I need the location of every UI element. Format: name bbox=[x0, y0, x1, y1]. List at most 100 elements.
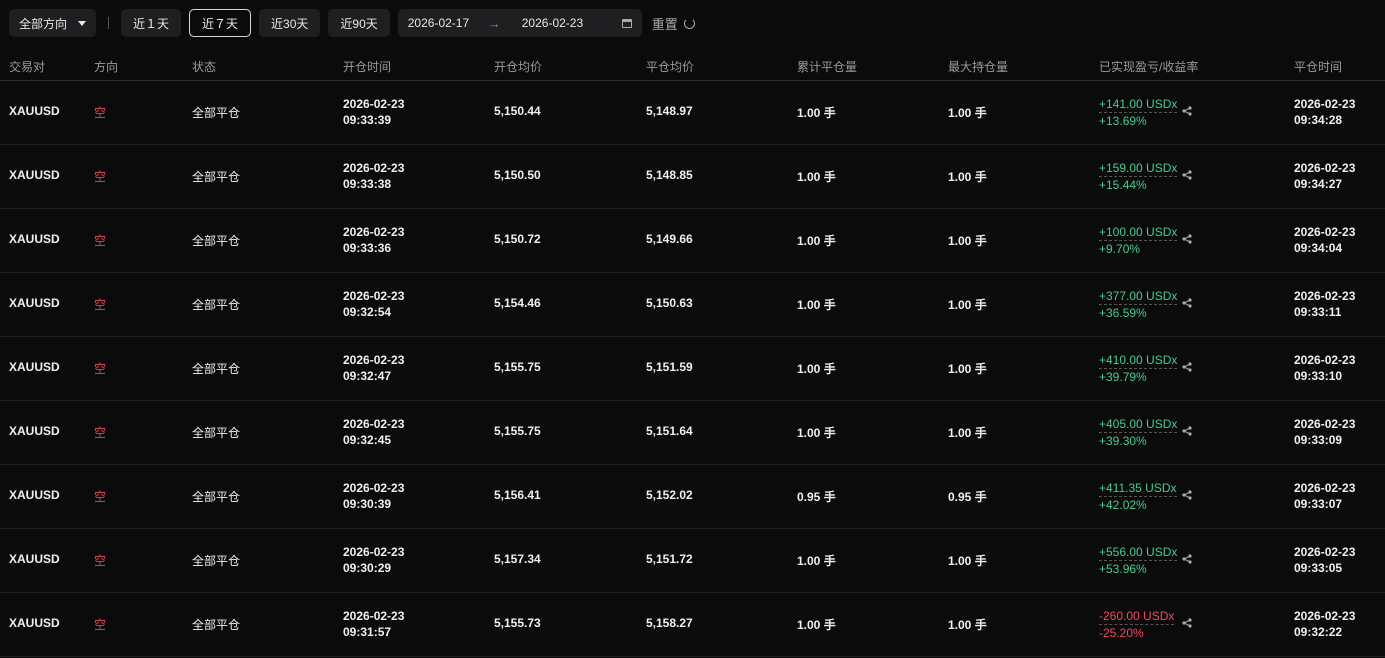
pnl-cell: +141.00 USDx +13.69% bbox=[1099, 96, 1178, 129]
date-to[interactable]: 2026-02-23 bbox=[522, 16, 602, 30]
table-row[interactable]: XAUUSD 空 全部平仓 2026-02-23 09:32:47 5,155.… bbox=[0, 337, 1385, 401]
col-close-price: 平仓均价 bbox=[646, 60, 695, 74]
side-cell: 空 bbox=[94, 618, 107, 632]
closed-qty-cell: 0.95 手 bbox=[797, 490, 836, 504]
share-icon[interactable] bbox=[1182, 362, 1192, 372]
direction-select-label: 全部方向 bbox=[19, 16, 68, 31]
close-price-cell: 5,149.66 bbox=[646, 232, 693, 246]
open-clock: 09:33:38 bbox=[343, 177, 392, 191]
pair-cell: XAUUSD bbox=[9, 488, 60, 502]
range-7d-button[interactable]: 近７天 bbox=[189, 9, 252, 37]
status-cell: 全部平仓 bbox=[192, 554, 241, 568]
date-from[interactable]: 2026-02-17 bbox=[408, 16, 488, 30]
pnl-roi: +15.44% bbox=[1099, 178, 1147, 192]
reset-label: 重置 bbox=[651, 16, 678, 32]
closed-qty-cell: 1.00 手 bbox=[797, 106, 836, 120]
close-date: 2026-02-23 bbox=[1294, 545, 1356, 559]
close-price-cell: 5,158.27 bbox=[646, 616, 693, 630]
closed-qty-cell: 1.00 手 bbox=[797, 618, 836, 632]
status-cell: 全部平仓 bbox=[192, 426, 241, 440]
close-clock: 09:33:09 bbox=[1294, 433, 1343, 447]
pair-cell: XAUUSD bbox=[9, 552, 60, 566]
close-time-cell: 2026-02-23 09:34:28 bbox=[1294, 96, 1355, 128]
pnl-amount[interactable]: +100.00 USDx bbox=[1099, 224, 1178, 241]
reset-button[interactable]: 重置 bbox=[652, 14, 695, 33]
side-cell: 空 bbox=[94, 490, 107, 504]
pair-cell: XAUUSD bbox=[9, 616, 60, 630]
open-date: 2026-02-23 bbox=[343, 225, 405, 239]
pnl-amount[interactable]: +410.00 USDx bbox=[1099, 352, 1178, 369]
share-icon[interactable] bbox=[1182, 106, 1192, 116]
arrow-right-icon: → bbox=[487, 15, 501, 31]
table-row[interactable]: XAUUSD 空 全部平仓 2026-02-23 09:30:39 5,156.… bbox=[0, 465, 1385, 529]
share-icon[interactable] bbox=[1182, 554, 1192, 564]
calendar-icon[interactable] bbox=[621, 18, 632, 28]
close-date: 2026-02-23 bbox=[1294, 225, 1356, 239]
pnl-amount[interactable]: +377.00 USDx bbox=[1099, 288, 1178, 305]
open-price-cell: 5,150.44 bbox=[494, 104, 541, 118]
share-icon[interactable] bbox=[1182, 234, 1192, 244]
share-icon[interactable] bbox=[1182, 618, 1192, 628]
close-date: 2026-02-23 bbox=[1294, 161, 1356, 175]
table-row[interactable]: XAUUSD 空 全部平仓 2026-02-23 09:32:45 5,155.… bbox=[0, 401, 1385, 465]
close-price-cell: 5,148.85 bbox=[646, 168, 693, 182]
pnl-amount[interactable]: +556.00 USDx bbox=[1099, 544, 1178, 561]
closed-qty-cell: 1.00 手 bbox=[797, 426, 836, 440]
direction-select[interactable]: 全部方向 bbox=[9, 9, 96, 37]
close-clock: 09:33:10 bbox=[1294, 369, 1343, 383]
max-qty-cell: 1.00 手 bbox=[948, 298, 987, 312]
share-icon[interactable] bbox=[1182, 490, 1192, 500]
pnl-amount[interactable]: +411.35 USDx bbox=[1099, 480, 1177, 497]
pnl-roi: -25.20% bbox=[1099, 626, 1144, 640]
date-range-picker[interactable]: 2026-02-17 → 2026-02-23 bbox=[397, 9, 642, 37]
table-row[interactable]: XAUUSD 空 全部平仓 2026-02-23 09:32:54 5,154.… bbox=[0, 273, 1385, 337]
pnl-amount[interactable]: +405.00 USDx bbox=[1099, 416, 1178, 433]
col-open-time: 开仓时间 bbox=[343, 60, 392, 74]
close-time-cell: 2026-02-23 09:32:22 bbox=[1294, 608, 1355, 640]
pnl-roi: +53.96% bbox=[1099, 562, 1147, 576]
status-cell: 全部平仓 bbox=[192, 618, 241, 632]
pnl-cell: -260.00 USDx -25.20% bbox=[1099, 608, 1175, 641]
closed-qty-cell: 1.00 手 bbox=[797, 170, 836, 184]
close-time-cell: 2026-02-23 09:33:05 bbox=[1294, 544, 1355, 576]
pnl-roi: +9.70% bbox=[1099, 242, 1141, 256]
pnl-amount[interactable]: +159.00 USDx bbox=[1099, 160, 1178, 177]
pnl-cell: +556.00 USDx +53.96% bbox=[1099, 544, 1178, 577]
pair-cell: XAUUSD bbox=[9, 104, 60, 118]
open-price-cell: 5,154.46 bbox=[494, 296, 541, 310]
pnl-roi: +36.59% bbox=[1099, 306, 1147, 320]
range-1d-button[interactable]: 近１天 bbox=[121, 9, 182, 37]
range-90d-button[interactable]: 近90天 bbox=[328, 9, 390, 37]
share-icon[interactable] bbox=[1182, 426, 1192, 436]
close-clock: 09:32:22 bbox=[1294, 625, 1343, 639]
table-row[interactable]: XAUUSD 空 全部平仓 2026-02-23 09:33:38 5,150.… bbox=[0, 145, 1385, 209]
col-pnl: 已实现盈亏/收益率 bbox=[1099, 60, 1199, 74]
table-row[interactable]: XAUUSD 空 全部平仓 2026-02-23 09:31:57 5,155.… bbox=[0, 593, 1385, 657]
close-clock: 09:33:05 bbox=[1294, 561, 1343, 575]
open-date: 2026-02-23 bbox=[343, 289, 405, 303]
close-clock: 09:33:11 bbox=[1294, 305, 1342, 319]
close-date: 2026-02-23 bbox=[1294, 481, 1356, 495]
table-header: 交易对 方向 状态 开仓时间 开仓均价 平仓均价 累计平仓量 最大持仓量 已实现… bbox=[0, 48, 1385, 81]
status-cell: 全部平仓 bbox=[192, 298, 241, 312]
closed-qty-cell: 1.00 手 bbox=[797, 298, 836, 312]
side-cell: 空 bbox=[94, 554, 107, 568]
range-30d-button[interactable]: 近30天 bbox=[259, 9, 321, 37]
pair-cell: XAUUSD bbox=[9, 360, 60, 374]
open-date: 2026-02-23 bbox=[343, 545, 405, 559]
table-row[interactable]: XAUUSD 空 全部平仓 2026-02-23 09:33:36 5,150.… bbox=[0, 209, 1385, 273]
table-row[interactable]: XAUUSD 空 全部平仓 2026-02-23 09:33:39 5,150.… bbox=[0, 81, 1385, 145]
close-clock: 09:34:27 bbox=[1294, 177, 1343, 191]
share-icon[interactable] bbox=[1182, 170, 1192, 180]
open-price-cell: 5,155.75 bbox=[494, 424, 541, 438]
pnl-amount[interactable]: -260.00 USDx bbox=[1099, 608, 1175, 625]
share-icon[interactable] bbox=[1182, 298, 1192, 308]
side-cell: 空 bbox=[94, 426, 107, 440]
closed-qty-cell: 1.00 手 bbox=[797, 554, 836, 568]
pair-cell: XAUUSD bbox=[9, 232, 60, 246]
open-date: 2026-02-23 bbox=[343, 97, 405, 111]
pnl-amount[interactable]: +141.00 USDx bbox=[1099, 96, 1178, 113]
max-qty-cell: 0.95 手 bbox=[948, 490, 987, 504]
table-row[interactable]: XAUUSD 空 全部平仓 2026-02-23 09:30:29 5,157.… bbox=[0, 529, 1385, 593]
status-cell: 全部平仓 bbox=[192, 490, 241, 504]
